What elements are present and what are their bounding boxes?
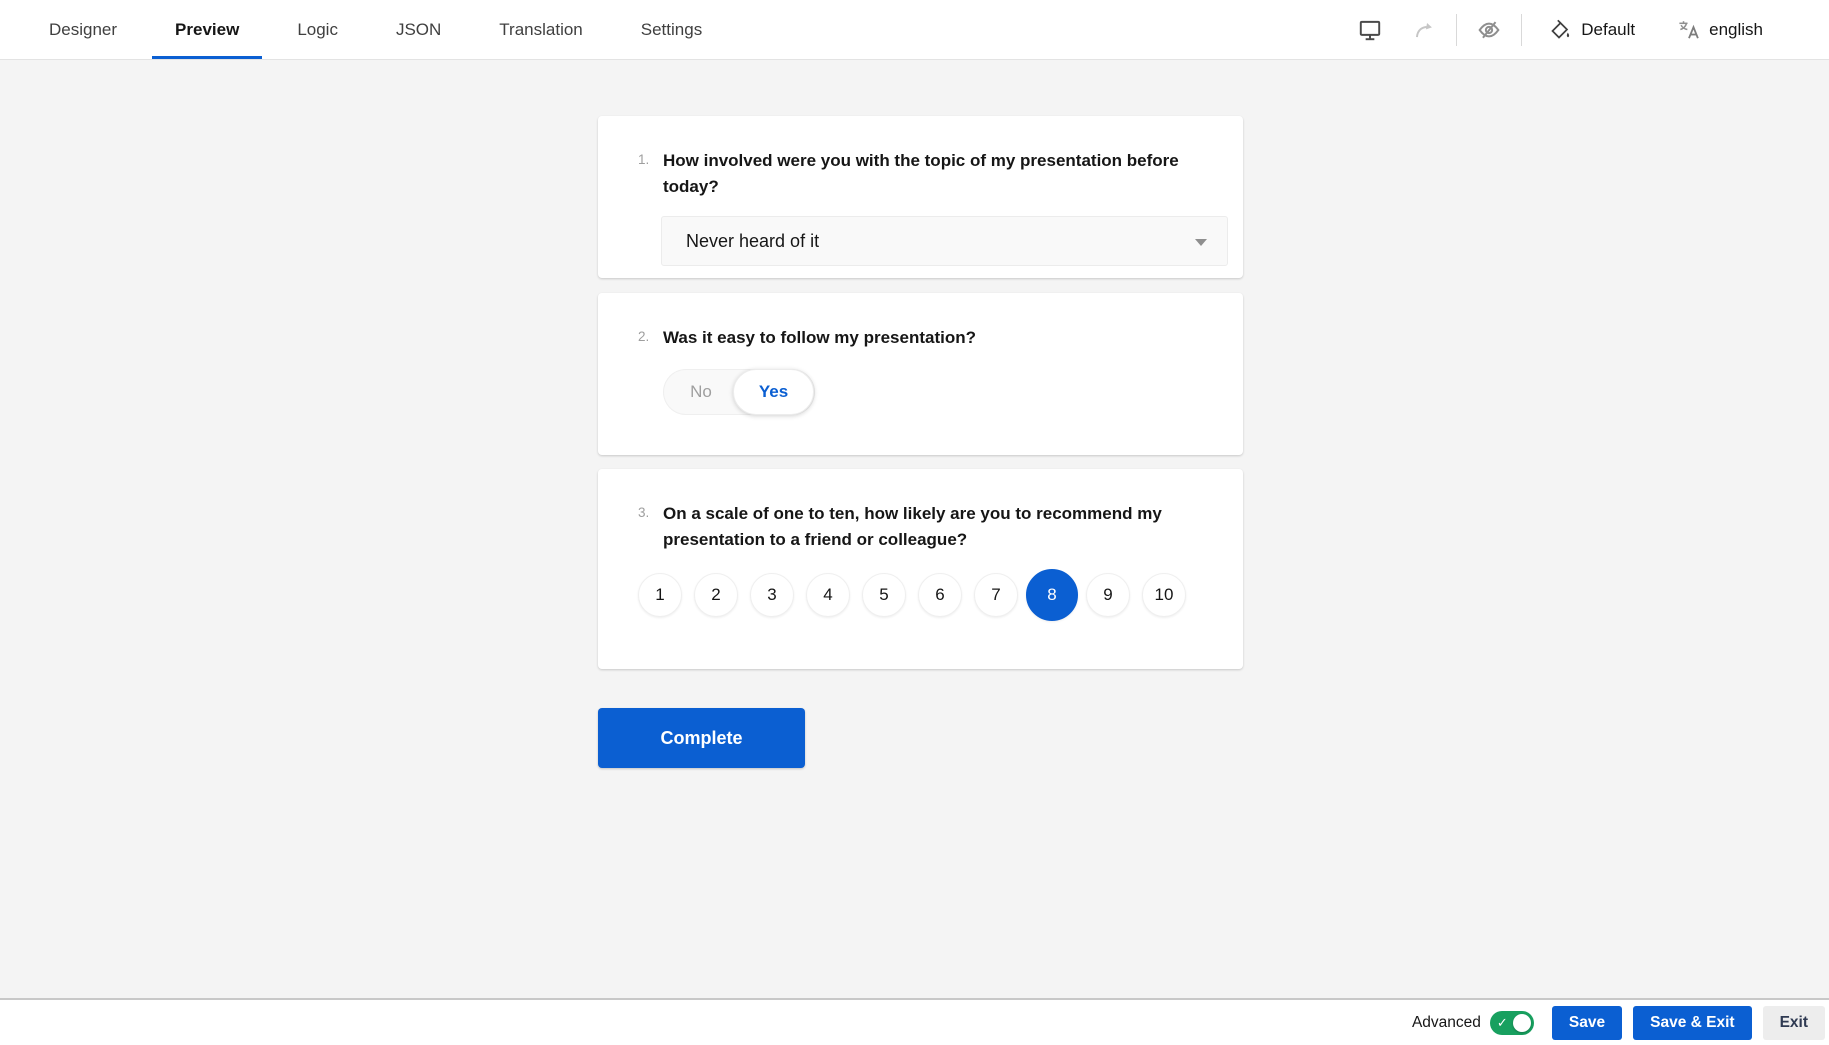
boolean-option-yes: Yes	[759, 382, 788, 402]
preview-controls: Default english	[1350, 0, 1829, 60]
toolbar-divider	[1456, 14, 1457, 46]
boolean-switch[interactable]: No Yes	[663, 369, 815, 415]
toggle-knob	[1513, 1014, 1531, 1032]
show-invisible-elements-icon[interactable]	[1469, 10, 1509, 50]
question-title: Was it easy to follow my presentation?	[663, 325, 976, 351]
save-button[interactable]: Save	[1552, 1006, 1622, 1040]
tab-designer[interactable]: Designer	[26, 0, 140, 59]
boolean-thumb[interactable]: Yes	[733, 369, 814, 415]
toolbar-divider	[1521, 14, 1522, 46]
dropdown-never-heard[interactable]: Never heard of it	[661, 216, 1228, 266]
language-label: english	[1709, 20, 1763, 40]
question-number: 3.	[638, 501, 654, 520]
creator-toolbar: Designer Preview Logic JSON Translation …	[0, 0, 1829, 60]
question-number: 2.	[638, 325, 654, 344]
advanced-label: Advanced	[1412, 1014, 1481, 1032]
language-selector[interactable]: english	[1663, 10, 1777, 50]
rating-item[interactable]: 3	[750, 573, 794, 617]
check-icon: ✓	[1497, 1014, 1508, 1032]
exit-button[interactable]: Exit	[1763, 1006, 1825, 1040]
rating-scale: 1 2 3 4 5 6 7 8 9 10	[638, 567, 1203, 623]
rating-item[interactable]: 5	[862, 573, 906, 617]
rating-item[interactable]: 9	[1086, 573, 1130, 617]
question-card-2: 2. Was it easy to follow my presentation…	[598, 293, 1243, 455]
question-number: 1.	[638, 148, 654, 167]
question-card-1: 1. How involved were you with the topic …	[598, 116, 1243, 278]
complete-button[interactable]: Complete	[598, 708, 805, 768]
question-title: How involved were you with the topic of …	[663, 148, 1203, 200]
tab-logic[interactable]: Logic	[274, 0, 361, 59]
question-card-3: 3. On a scale of one to ten, how likely …	[598, 469, 1243, 669]
theme-label: Default	[1581, 20, 1635, 40]
creator-footer: Advanced ✓ Save Save & Exit Exit	[0, 998, 1829, 1045]
dropdown-value: Never heard of it	[686, 231, 819, 252]
tab-preview[interactable]: Preview	[152, 0, 262, 59]
rating-item[interactable]: 1	[638, 573, 682, 617]
desktop-preview-icon[interactable]	[1350, 10, 1390, 50]
tab-translation[interactable]: Translation	[476, 0, 605, 59]
tab-settings[interactable]: Settings	[618, 0, 725, 59]
tab-json[interactable]: JSON	[373, 0, 464, 59]
redo-icon[interactable]	[1404, 10, 1444, 50]
save-and-exit-button[interactable]: Save & Exit	[1633, 1006, 1751, 1040]
rating-item[interactable]: 8	[1026, 569, 1078, 621]
creator-tabs: Designer Preview Logic JSON Translation …	[20, 0, 731, 59]
rating-item[interactable]: 7	[974, 573, 1018, 617]
rating-item[interactable]: 2	[694, 573, 738, 617]
advanced-toggle[interactable]: ✓	[1490, 1011, 1534, 1035]
question-title: On a scale of one to ten, how likely are…	[663, 501, 1203, 553]
boolean-option-no[interactable]: No	[663, 369, 739, 415]
rating-item[interactable]: 6	[918, 573, 962, 617]
chevron-down-icon	[1195, 239, 1207, 246]
theme-selector[interactable]: Default	[1534, 10, 1649, 50]
rating-item[interactable]: 4	[806, 573, 850, 617]
rating-item[interactable]: 10	[1142, 573, 1186, 617]
